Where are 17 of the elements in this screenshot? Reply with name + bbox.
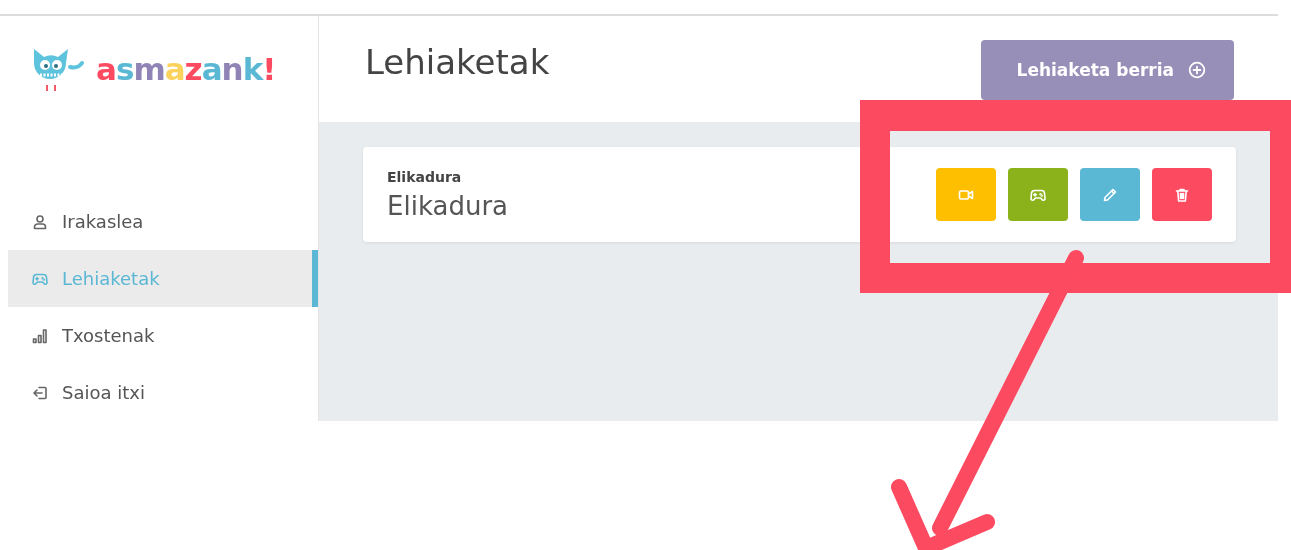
sidebar-item[interactable]: Txostenak <box>8 307 318 364</box>
trash-icon <box>1174 186 1190 203</box>
video-button[interactable] <box>936 168 996 221</box>
logout-icon <box>32 384 48 401</box>
contest-title: Elikadura <box>387 190 508 221</box>
play-button[interactable] <box>1008 168 1068 221</box>
pencil-icon <box>1102 186 1118 203</box>
contest-category: Elikadura <box>387 168 463 185</box>
plus-circle-icon <box>1188 61 1206 79</box>
page-title: Lehiaketak <box>365 42 550 82</box>
logo-text: asmazank! <box>96 51 276 87</box>
sidebar-item[interactable]: Saioa itxi <box>8 364 318 421</box>
sidebar-item[interactable]: Irakaslea <box>8 193 318 250</box>
edit-button[interactable] <box>1080 168 1140 221</box>
bar-chart-icon <box>32 327 48 344</box>
delete-button[interactable] <box>1152 168 1212 221</box>
person-icon <box>32 213 48 230</box>
